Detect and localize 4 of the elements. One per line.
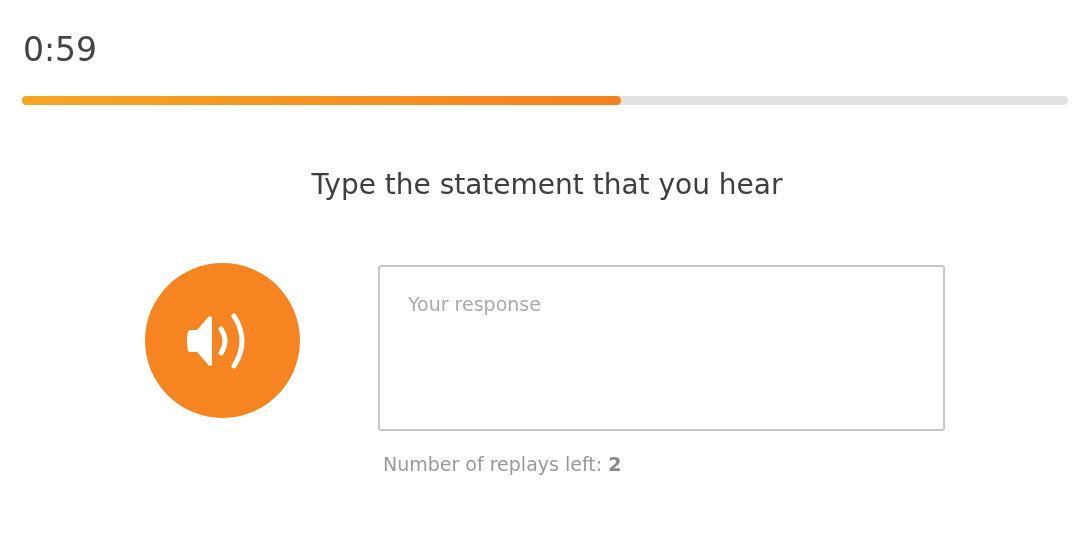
replays-left-text: Number of replays left: 2: [383, 453, 622, 475]
timer: 0:59: [23, 29, 98, 71]
prompt-heading: Type the statement that you hear: [311, 167, 783, 203]
response-field[interactable]: Your response: [378, 265, 945, 431]
